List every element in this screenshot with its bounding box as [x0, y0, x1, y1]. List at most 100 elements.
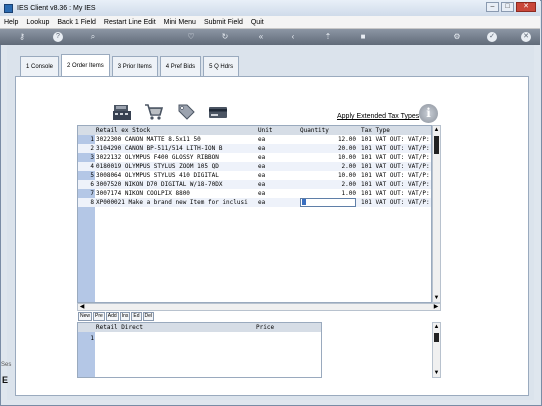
item-unit: ea	[258, 145, 266, 152]
item-quantity: 2.00	[341, 163, 356, 170]
header-retail-direct: Retail Direct	[96, 324, 143, 331]
settings-icon[interactable]: ⚙	[452, 32, 462, 42]
item-description: 3104290 CANON BP-511/514 LITH-ION B	[96, 145, 223, 152]
maximize-icon[interactable]: □	[501, 2, 514, 12]
add-row-button[interactable]: Add	[105, 312, 119, 321]
row-number: 1	[90, 136, 94, 143]
scroll-right-icon[interactable]: ▶	[432, 304, 440, 310]
scroll-thumb[interactable]	[434, 136, 439, 154]
quantity-input[interactable]	[300, 198, 356, 207]
scroll-up-icon[interactable]: ▲	[433, 323, 440, 331]
table-row[interactable]: 6 3007520 NIKON D70 DIGITAL W/18-70DX ea…	[78, 180, 431, 189]
upload-icon[interactable]: ⇡	[323, 32, 333, 42]
row-number: 2	[90, 145, 94, 152]
tab-prior-items[interactable]: 3 Prior Items	[111, 56, 158, 76]
new-row-button[interactable]: New	[78, 312, 93, 321]
card-icon[interactable]	[208, 103, 228, 121]
table-row[interactable]: 3 3022132 OLYMPUS F400 GLOSSY RIBBON ea …	[78, 153, 431, 162]
title-bar: IES Client v8.36 : My IES – □ ✕	[0, 0, 540, 16]
cash-register-icon[interactable]	[112, 103, 132, 121]
table-row[interactable]: 2 3104290 CANON BP-511/514 LITH-ION B ea…	[78, 144, 431, 153]
item-tax-type: 101 VAT OUT: VAT/P:	[361, 190, 430, 197]
subgrid-vertical-scrollbar[interactable]: ▲ ▼	[432, 322, 441, 378]
tab-q-hdrs[interactable]: 5 Q Hdrs	[203, 56, 240, 76]
scroll-up-icon[interactable]: ▲	[433, 126, 440, 134]
confirm-icon[interactable]: ✓	[487, 32, 497, 42]
first-icon[interactable]: «	[256, 32, 266, 42]
grid-vertical-scrollbar[interactable]: ▲ ▼	[432, 125, 441, 303]
tab-order-items[interactable]: 2 Order Items	[61, 54, 110, 76]
previous-icon[interactable]: ‹	[288, 32, 298, 42]
item-tax-type: 101 VAT OUT: VAT/P:	[361, 163, 430, 170]
table-row[interactable]: 8 XP000021 Make a brand new Item for inc…	[78, 198, 431, 207]
close-icon[interactable]: ✕	[516, 2, 536, 12]
delete-row-button[interactable]: Del	[142, 312, 155, 321]
item-unit: ea	[258, 154, 266, 161]
item-unit: ea	[258, 190, 266, 197]
item-quantity: 1.00	[341, 190, 356, 197]
item-description: 3007174 NIKON COOLPIX 8800	[96, 190, 190, 197]
favorite-icon[interactable]: ♡	[186, 32, 196, 42]
window-controls: – □ ✕	[486, 2, 536, 12]
item-description: 3007520 NIKON D70 DIGITAL W/18-70DX	[96, 181, 223, 188]
menu-back-1-field[interactable]: Back 1 Field	[53, 19, 100, 26]
previous-row-button[interactable]: Pre	[93, 312, 105, 321]
item-unit: ea	[258, 172, 266, 179]
menu-restart-line-edit[interactable]: Restart Line Edit	[100, 19, 160, 26]
window-title: IES Client v8.36 : My IES	[17, 4, 96, 12]
item-description: XP000021 Make a brand new Item for inclu…	[96, 199, 248, 206]
side-label-small: Ses	[1, 362, 12, 368]
grid-horizontal-scrollbar[interactable]: ◀ ▶	[77, 303, 441, 311]
item-description: 3022132 OLYMPUS F400 GLOSSY RIBBON	[96, 154, 219, 161]
row-number: 1	[90, 335, 94, 342]
table-row[interactable]: 4 0180019 OLYMPUS STYLUS ZOOM 105 QD ea …	[78, 162, 431, 171]
price-tag-icon[interactable]	[176, 103, 196, 121]
minimize-icon[interactable]: –	[486, 2, 499, 12]
cancel-icon[interactable]: ✕	[521, 32, 531, 42]
row-actions: New Pre Add Ins Ed Del	[78, 312, 155, 321]
apply-extended-tax-link[interactable]: Apply Extended Tax Types	[337, 113, 419, 120]
table-row[interactable]: 7 3007174 NIKON COOLPIX 8800 ea 1.00 101…	[78, 189, 431, 198]
item-tax-type: 101 VAT OUT: VAT/P:	[361, 145, 430, 152]
tab-console[interactable]: 1 Console	[20, 56, 60, 76]
stop-icon[interactable]: ■	[358, 32, 368, 42]
item-tax-type: 101 VAT OUT: VAT/P:	[361, 154, 430, 161]
scroll-down-icon[interactable]: ▼	[433, 369, 440, 377]
order-items-grid: Retail ex Stock Unit Quantity Tax Type 1…	[77, 125, 432, 303]
header-tax-type: Tax Type	[361, 127, 390, 134]
menu-quit[interactable]: Quit	[247, 19, 268, 26]
tab-pref-bids[interactable]: 4 Pref Bids	[159, 56, 202, 76]
table-row[interactable]: 1 3022300 CANON MATTE 8.5x11 50 ea 12.00…	[78, 135, 431, 144]
action-icons	[112, 103, 228, 123]
table-row[interactable]: 1	[78, 334, 321, 343]
item-unit: ea	[258, 199, 266, 206]
key-icon[interactable]: ⚷	[14, 32, 30, 42]
menu-help[interactable]: Help	[0, 19, 22, 26]
menu-mini-menu[interactable]: Mini Menu	[160, 19, 200, 26]
item-unit: ea	[258, 136, 266, 143]
menu-submit-field[interactable]: Submit Field	[200, 19, 247, 26]
app-icon	[4, 3, 13, 13]
row-number: 5	[90, 172, 94, 179]
scroll-left-icon[interactable]: ◀	[78, 304, 86, 310]
edit-row-button[interactable]: Ed	[131, 312, 142, 321]
refresh-icon[interactable]: ↻	[220, 32, 230, 42]
item-description: 3008064 OLYMPUS STYLUS 410 DIGITAL	[96, 172, 219, 179]
scroll-down-icon[interactable]: ▼	[433, 294, 440, 302]
search-icon[interactable]: ⌕	[88, 32, 98, 42]
menu-lookup[interactable]: Lookup	[22, 19, 53, 26]
info-icon[interactable]: i	[419, 104, 438, 123]
table-row[interactable]: 5 3008064 OLYMPUS STYLUS 410 DIGITAL ea …	[78, 171, 431, 180]
toolbar: ⚷ ? ⌕ ♡ ↻ « ‹ ⇡ ■ ⚙ ✓ ✕	[0, 29, 540, 45]
help-icon[interactable]: ?	[53, 32, 63, 42]
side-label-large: E	[2, 375, 9, 385]
scroll-thumb[interactable]	[434, 333, 439, 342]
grid-header: Retail ex Stock Unit Quantity Tax Type	[78, 126, 431, 135]
text-cursor	[302, 199, 306, 205]
header-unit: Unit	[258, 127, 273, 134]
header-price: Price	[256, 324, 275, 331]
header-description: Retail ex Stock	[96, 127, 151, 134]
item-tax-type: 101 VAT OUT: VAT/P:	[361, 172, 430, 179]
shopping-cart-icon[interactable]	[144, 103, 164, 121]
insert-row-button[interactable]: Ins	[119, 312, 131, 321]
